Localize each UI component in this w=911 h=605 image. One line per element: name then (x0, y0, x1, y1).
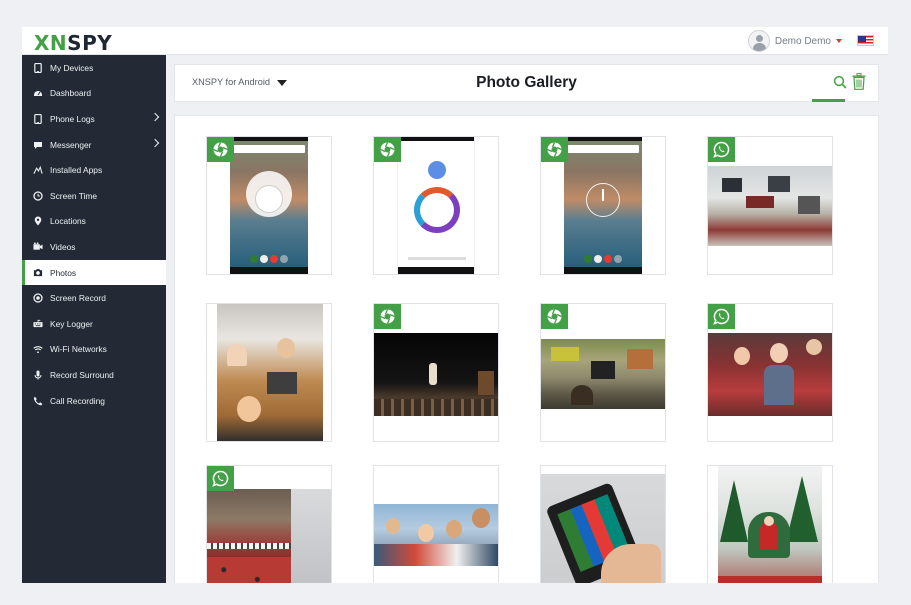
phone-handset-icon (33, 396, 43, 406)
gallery-header: XNSPY for Android Photo Gallery (174, 64, 879, 102)
photo-tile-7[interactable] (540, 303, 666, 442)
sidebar-item-label: Phone Logs (50, 113, 95, 124)
sidebar-item-videos[interactable]: Videos (22, 234, 166, 260)
camera-app-icon (374, 137, 401, 162)
photo-tile-6[interactable] (373, 303, 499, 442)
sidebar-item-label: Locations (50, 216, 86, 227)
sidebar-item-label: Installed Apps (50, 165, 103, 176)
sidebar-item-label: Record Surround (50, 369, 114, 380)
camera-app-icon (207, 137, 234, 162)
sidebar-item-label: Photos (50, 267, 77, 278)
video-camera-icon (33, 242, 43, 252)
sidebar-item-screen-time[interactable]: Screen Time (22, 183, 166, 209)
sidebar-item-label: Messenger (50, 139, 92, 150)
camera-app-icon (541, 137, 568, 162)
photo-tile-8[interactable] (707, 303, 833, 442)
record-icon (33, 293, 43, 303)
sidebar-item-label: Call Recording (50, 395, 105, 406)
sidebar-item-installed-apps[interactable]: Installed Apps (22, 157, 166, 183)
phone-icon (33, 113, 43, 124)
chevron-down-icon (276, 80, 287, 86)
dashboard-icon (33, 88, 43, 98)
microphone-icon (33, 370, 43, 380)
photo-image (217, 304, 323, 441)
sidebar-item-locations[interactable]: Locations (22, 209, 166, 235)
logo-part-b: SPY (67, 31, 113, 55)
avatar (747, 30, 770, 52)
camera-app-icon (374, 304, 401, 329)
photo-image (541, 339, 665, 409)
whatsapp-icon (708, 137, 735, 162)
search-icon[interactable] (833, 75, 847, 89)
whatsapp-icon (207, 466, 234, 491)
sidebar-item-label: My Devices (50, 62, 94, 73)
user-name: Demo Demo (774, 35, 831, 47)
device-selector[interactable]: XNSPY for Android (192, 77, 287, 87)
sidebar-item-record-surround[interactable]: Record Surround (22, 362, 166, 388)
phone-icon (33, 62, 43, 73)
photo-image (374, 504, 498, 566)
photo-tile-4[interactable] (707, 136, 833, 275)
device-selector-label: XNSPY for Android (192, 77, 270, 87)
photo-image (397, 137, 475, 274)
photo-image (718, 466, 822, 583)
sidebar-item-photos[interactable]: Photos (22, 259, 166, 286)
photo-tile-10[interactable] (373, 465, 499, 583)
sidebar-item-messenger[interactable]: Messenger (22, 132, 166, 158)
user-menu[interactable]: Demo Demo (747, 30, 842, 52)
photo-tile-12[interactable] (707, 465, 833, 583)
chevron-right-icon (150, 112, 160, 122)
photo-tile-1[interactable] (206, 136, 332, 275)
photo-image (374, 333, 498, 416)
photo-tile-9[interactable] (206, 465, 332, 583)
sidebar-item-label: Dashboard (50, 88, 91, 99)
logo[interactable]: XNSPY (34, 31, 112, 55)
main-content: XNSPY for Android Photo Gallery (166, 55, 888, 583)
sidebar: My Devices Dashboard Phone Logs Messenge… (22, 55, 166, 583)
photo-gallery (174, 115, 879, 583)
sidebar-item-my-devices[interactable]: My Devices (22, 55, 166, 81)
search-active-indicator (812, 99, 845, 102)
wifi-icon (33, 344, 43, 354)
photo-image (207, 489, 331, 583)
chevron-down-icon (836, 39, 842, 43)
chat-icon (33, 140, 43, 150)
app-window: XNSPY Demo Demo My Devices Dashboard Pho… (22, 27, 888, 583)
sidebar-item-label: Screen Time (50, 190, 98, 201)
photo-image (708, 166, 832, 246)
photo-image (230, 137, 308, 274)
photo-image (564, 137, 642, 274)
sidebar-item-key-logger[interactable]: Key Logger (22, 311, 166, 337)
sidebar-item-label: Screen Record (50, 293, 106, 304)
top-bar: XNSPY Demo Demo (22, 27, 888, 55)
location-pin-icon (33, 216, 43, 226)
sidebar-item-call-recording[interactable]: Call Recording (22, 388, 166, 414)
sidebar-item-wifi-networks[interactable]: Wi-Fi Networks (22, 337, 166, 363)
sidebar-item-label: Key Logger (50, 318, 93, 329)
us-flag-icon[interactable] (857, 35, 874, 46)
logo-part-a: XN (34, 31, 68, 55)
apps-icon (33, 165, 43, 175)
photo-tile-11[interactable] (540, 465, 666, 583)
photo-image (541, 474, 665, 583)
camera-icon (33, 268, 43, 278)
photo-tile-3[interactable] (540, 136, 666, 275)
sidebar-item-label: Wi-Fi Networks (50, 344, 107, 355)
sidebar-item-phone-logs[interactable]: Phone Logs (22, 106, 166, 132)
sidebar-item-dashboard[interactable]: Dashboard (22, 81, 166, 107)
camera-app-icon (541, 304, 568, 329)
keyboard-icon (33, 319, 43, 329)
sidebar-item-screen-record[interactable]: Screen Record (22, 285, 166, 311)
photo-tile-5[interactable] (206, 303, 332, 442)
sidebar-item-label: Videos (50, 241, 76, 252)
photo-tile-2[interactable] (373, 136, 499, 275)
clock-icon (33, 191, 43, 201)
photo-image (708, 333, 832, 416)
chevron-right-icon (150, 138, 160, 148)
whatsapp-icon (708, 304, 735, 329)
trash-icon[interactable] (852, 73, 866, 90)
